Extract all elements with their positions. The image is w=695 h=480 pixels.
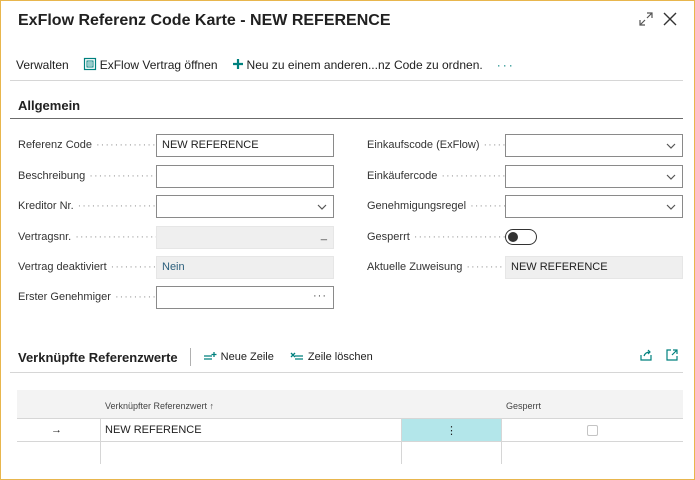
- new-line-icon: [203, 352, 217, 360]
- field-row-purchase-code: Einkaufscode (ExFlow): [367, 133, 683, 157]
- expand-icon[interactable]: [636, 9, 656, 29]
- current-assignment-field: NEW REFERENCE: [505, 255, 683, 279]
- manage-menu-button[interactable]: Verwalten: [16, 58, 69, 72]
- contract-no-field[interactable]: _: [156, 225, 334, 249]
- action-bar: Verwalten ExFlow Vertrag öffnen Neu zu e…: [10, 50, 683, 81]
- blocked-checkbox-cell[interactable]: [501, 419, 683, 441]
- purchaser-code-label: Einkäufercode: [367, 170, 505, 182]
- page-title: ExFlow Referenz Code Karte - NEW REFEREN…: [18, 12, 391, 29]
- description-label: Beschreibung: [18, 170, 156, 182]
- field-row-vendor-no: Kreditor Nr.: [18, 194, 334, 218]
- column-header-blocked[interactable]: Gesperrt: [506, 401, 541, 411]
- purchase-code-label: Einkaufscode (ExFlow): [367, 139, 505, 151]
- reference-code-label: Referenz Code: [18, 139, 156, 151]
- current-assignment-label: Aktuelle Zuweisung: [367, 261, 505, 273]
- contract-deactivated-value: Nein: [162, 261, 185, 273]
- field-row-blocked: Gesperrt: [367, 225, 537, 249]
- field-row-reference-code: Referenz Code NEW REFERENCE: [18, 133, 334, 157]
- approval-rule-label: Genehmigungsregel: [367, 200, 505, 212]
- contract-icon: [83, 57, 100, 74]
- empty-value-cell[interactable]: [100, 442, 401, 464]
- close-icon[interactable]: [660, 9, 680, 29]
- current-assignment-value: NEW REFERENCE: [511, 261, 608, 273]
- new-line-label: Neue Zeile: [220, 351, 274, 363]
- table-row-empty[interactable]: [17, 441, 683, 464]
- chevron-down-icon: [317, 204, 327, 210]
- field-row-first-approver: Erster Genehmiger ···: [18, 285, 334, 309]
- manage-label: Verwalten: [16, 58, 69, 72]
- row-actions-kebab-icon[interactable]: ⋮: [446, 424, 457, 437]
- more-ellipsis-icon: ···: [496, 58, 515, 72]
- contract-deactivated-field: Nein: [156, 255, 334, 279]
- linked-values-header: Verknüpfte Referenzwerte Neue Zeile Zeil…: [10, 342, 683, 373]
- field-row-purchaser-code: Einkäufercode: [367, 164, 683, 188]
- delete-line-button[interactable]: Zeile löschen: [290, 351, 373, 363]
- linked-values-title: Verknüpfte Referenzwerte: [18, 349, 178, 365]
- share-icon[interactable]: [639, 348, 653, 365]
- empty-blocked-cell[interactable]: [501, 442, 683, 464]
- purchase-code-dropdown[interactable]: [505, 133, 683, 157]
- chevron-down-icon: [666, 204, 676, 210]
- field-row-contract-no: Vertragsnr. _: [18, 225, 334, 249]
- empty-menu-cell[interactable]: [401, 442, 501, 464]
- new-line-button[interactable]: Neue Zeile: [203, 351, 274, 363]
- field-row-description: Beschreibung: [18, 164, 334, 188]
- purchaser-code-dropdown[interactable]: [505, 164, 683, 188]
- description-input[interactable]: [156, 164, 334, 188]
- more-actions-button[interactable]: ···: [497, 58, 515, 72]
- first-approver-input[interactable]: ···: [156, 285, 334, 309]
- lookup-underscore-icon[interactable]: _: [321, 229, 327, 241]
- blocked-checkbox[interactable]: [587, 424, 598, 436]
- contract-no-label: Vertragsnr.: [18, 231, 156, 243]
- separator: [189, 348, 191, 366]
- delete-line-label: Zeile löschen: [307, 351, 373, 363]
- row-menu-cell[interactable]: ⋮: [401, 419, 501, 441]
- vendor-no-dropdown[interactable]: [156, 194, 334, 218]
- blocked-label: Gesperrt: [367, 231, 505, 243]
- plus-icon: [232, 58, 247, 73]
- open-in-new-window-icon[interactable]: [665, 348, 679, 365]
- first-approver-label: Erster Genehmiger: [18, 291, 156, 303]
- assist-edit-ellipsis-icon[interactable]: ···: [313, 290, 327, 302]
- chevron-down-icon: [666, 143, 676, 149]
- field-row-current-assignment: Aktuelle Zuweisung NEW REFERENCE: [367, 255, 683, 279]
- column-header-linked-value[interactable]: Verknüpfter Referenzwert ↑: [105, 401, 214, 411]
- delete-line-icon: [290, 352, 303, 360]
- reference-code-input[interactable]: NEW REFERENCE: [156, 133, 334, 157]
- row-selector-arrow-icon[interactable]: →: [51, 419, 65, 441]
- vendor-no-label: Kreditor Nr.: [18, 200, 156, 212]
- linked-value-cell[interactable]: NEW REFERENCE: [100, 419, 405, 441]
- field-row-contract-deactivated: Vertrag deaktiviert Nein: [18, 255, 334, 279]
- contract-deactivated-label: Vertrag deaktiviert: [18, 261, 156, 273]
- reference-code-value: NEW REFERENCE: [162, 139, 259, 151]
- open-contract-label: ExFlow Vertrag öffnen: [99, 58, 218, 72]
- open-contract-button[interactable]: ExFlow Vertrag öffnen: [83, 57, 218, 74]
- blocked-toggle[interactable]: [505, 229, 537, 245]
- section-title-general: Allgemein: [18, 98, 81, 113]
- toggle-knob: [508, 231, 518, 242]
- approval-rule-dropdown[interactable]: [505, 194, 683, 218]
- section-divider: [10, 118, 683, 119]
- chevron-down-icon: [666, 174, 676, 180]
- table-row[interactable]: → NEW REFERENCE ⋮: [17, 418, 683, 441]
- field-row-approval-rule: Genehmigungsregel: [367, 194, 683, 218]
- assign-new-label: Neu zu einem anderen...nz Code zu ordnen…: [246, 58, 483, 72]
- assign-new-button[interactable]: Neu zu einem anderen...nz Code zu ordnen…: [232, 58, 483, 73]
